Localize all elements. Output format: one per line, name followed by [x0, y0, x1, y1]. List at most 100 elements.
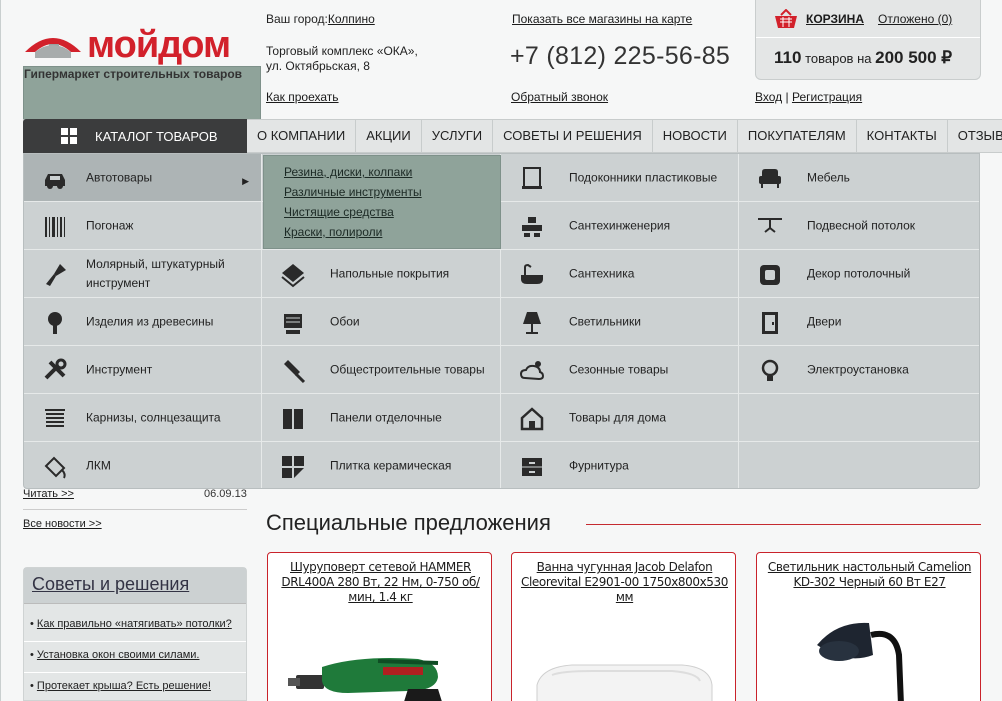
nav-item[interactable]: УСЛУГИ: [422, 120, 494, 152]
chevron-right-icon: ▶: [242, 176, 249, 186]
catalog-item-label: Плитка керамическая: [330, 458, 452, 472]
nav-item[interactable]: АКЦИИ: [356, 120, 422, 152]
specials-title-rule: [586, 524, 981, 525]
house-icon: [520, 407, 544, 431]
product-card[interactable]: Светильник настольный Camelion KD-302 Че…: [756, 552, 981, 701]
catalog-item[interactable]: Подвесной потолок: [739, 202, 979, 250]
house-logo-icon: [25, 38, 81, 58]
all-news-link[interactable]: Все новости >>: [23, 518, 102, 530]
paint-bucket-icon: [44, 456, 66, 479]
catalog-item[interactable]: Декор потолочный: [739, 250, 979, 298]
nav-item[interactable]: О КОМПАНИИ: [247, 120, 357, 152]
catalog-item[interactable]: Инструмент: [24, 346, 262, 394]
catalog-item-label: Инструмент: [86, 362, 153, 376]
tips-title[interactable]: Советы и решения: [24, 568, 246, 604]
route-link[interactable]: Как проехать: [266, 90, 339, 104]
bathtub-icon: [521, 263, 543, 284]
catalog-item[interactable]: Сантехинженерия: [501, 202, 739, 250]
specials-title: Специальные предложения: [266, 510, 551, 535]
catalog-button[interactable]: КАТАЛОГ ТОВАРОВ: [23, 119, 247, 154]
panel-icon: [283, 409, 303, 429]
tip-item[interactable]: • Протекает крыша? Есть решение!: [30, 680, 211, 701]
weather-icon: [519, 361, 545, 381]
catalog-item[interactable]: Карнизы, солнцезащита: [24, 394, 262, 442]
catalog-item[interactable]: Изделия из древесины: [24, 298, 262, 346]
catalog-item[interactable]: Светильники: [501, 298, 739, 346]
catalog-item[interactable]: Напольные покрытия: [262, 250, 501, 298]
tile-icon: [282, 456, 304, 478]
product-card[interactable]: Ванна чугунная Jacob Delafon Cleorevital…: [511, 552, 736, 701]
catalog-item[interactable]: Товары для дома: [501, 394, 739, 442]
catalog-item-label: Молярный, штукатурный инструмент: [86, 256, 225, 290]
catalog-item[interactable]: Панели отделочные: [262, 394, 501, 442]
cart-link[interactable]: КОРЗИНА: [806, 12, 864, 26]
register-link[interactable]: Регистрация: [792, 90, 862, 104]
main-nav: КАТАЛОГ ТОВАРОВ О КОМПАНИИ АКЦИИ УСЛУГИ СОВ…: [23, 119, 1002, 154]
catalog-item-label: Сантехника: [569, 266, 635, 280]
nav-item[interactable]: НОВОСТИ: [653, 120, 738, 152]
city-link[interactable]: Колпино: [328, 12, 375, 26]
read-more-link[interactable]: Читать >>: [23, 488, 74, 500]
product-card[interactable]: Шуруповерт сетевой HAMMER DRL400A 280 Вт…: [267, 552, 492, 701]
cart-total: 200 500 ₽: [875, 48, 953, 67]
windowsill-icon: [522, 167, 542, 189]
phone-number: +7 (812) 225-56-85: [510, 42, 731, 70]
catalog-item[interactable]: Молярный, штукатурный инструмент: [24, 250, 262, 298]
catalog-item[interactable]: Обои: [262, 298, 501, 346]
address-line-2: ул. Октябрьская, 8: [266, 59, 370, 73]
catalog-item[interactable]: Электроустановка: [739, 346, 979, 394]
catalog-menu: Автотовары ▶ Погонаж Молярный, штукатурный …: [23, 153, 980, 489]
tip-link[interactable]: Протекает крыша? Есть решение!: [37, 680, 211, 692]
nav-item[interactable]: СОВЕТЫ И РЕШЕНИЯ: [493, 120, 653, 152]
tip-link[interactable]: Установка окон своими силами.: [37, 649, 200, 661]
catalog-item-label: Изделия из древесины: [86, 314, 214, 328]
login-link[interactable]: Вход: [755, 90, 782, 104]
wrench-icon: [44, 358, 67, 380]
deferred-link[interactable]: Отложено (0): [878, 12, 952, 26]
tip-link[interactable]: Как правильно «натягивать» потолки?: [37, 618, 232, 630]
catalog-item[interactable]: Двери: [739, 298, 979, 346]
catalog-item-label: Электроустановка: [807, 362, 909, 376]
catalog-item-label: Сезонные товары: [569, 362, 669, 376]
catalog-item[interactable]: Плитка керамическая: [262, 442, 501, 488]
nav-item[interactable]: ПОКУПАТЕЛЯМ: [738, 120, 857, 152]
news-date: 06.09.13: [204, 488, 247, 500]
catalog-item[interactable]: Мебель: [739, 154, 979, 202]
product-title[interactable]: Шуруповерт сетевой HAMMER DRL400A 280 Вт…: [276, 560, 485, 605]
stores-map-link[interactable]: Показать все магазины на карте: [512, 12, 692, 26]
catalog-item-label: Карнизы, солнцезащита: [86, 410, 221, 424]
catalog-item[interactable]: Фурнитура: [501, 442, 739, 488]
catalog-item[interactable]: Подоконники пластиковые: [501, 154, 739, 202]
store-address: Торговый комплекс «ОКА», ул. Октябрьская…: [266, 44, 466, 74]
floor-icon: [281, 264, 305, 288]
site-logo[interactable]: мойдом Гипермаркет строительных товаров: [23, 24, 261, 160]
catalog-item-label: Погонаж: [86, 218, 134, 232]
tree-icon: [48, 312, 62, 334]
catalog-item[interactable]: Погонаж: [24, 202, 262, 250]
tips-panel: Советы и решения • Как правильно «натяги…: [23, 567, 247, 701]
catalog-item[interactable]: ЛКМ: [24, 442, 262, 488]
submenu-item[interactable]: Чистящие средства: [284, 202, 500, 222]
catalog-item-label: Общестроительные товары: [330, 362, 485, 376]
nav-item[interactable]: КОНТАКТЫ: [857, 120, 948, 152]
grid-icon: [61, 128, 77, 144]
divider: [23, 509, 247, 510]
catalog-item-label: ЛКМ: [86, 458, 111, 472]
page: мойдом Гипермаркет строительных товаров …: [0, 0, 1002, 701]
catalog-item[interactable]: Автотовары ▶: [24, 154, 262, 202]
submenu-item[interactable]: Резина, диски, колпаки: [284, 162, 500, 182]
product-title[interactable]: Светильник настольный Camelion KD-302 Че…: [765, 560, 974, 590]
nav-item[interactable]: ОТЗЫВЫ: [948, 120, 1002, 152]
catalog-item[interactable]: Сезонные товары: [501, 346, 739, 394]
cart-header: КОРЗИНА Отложено (0): [756, 0, 980, 38]
door-icon: [762, 312, 778, 334]
wallpaper-icon: [284, 314, 302, 334]
catalog-item-label: Подвесной потолок: [807, 218, 916, 232]
product-title[interactable]: Ванна чугунная Jacob Delafon Cleorevital…: [520, 560, 729, 605]
catalog-item[interactable]: Общестроительные товары: [262, 346, 501, 394]
catalog-item-label: Сантехинженерия: [569, 218, 671, 232]
callback-link[interactable]: Обратный звонок: [511, 90, 608, 104]
submenu-item[interactable]: Различные инструменты: [284, 182, 500, 202]
catalog-item[interactable]: Сантехника: [501, 250, 739, 298]
submenu-item[interactable]: Краски, полироли: [284, 222, 500, 242]
